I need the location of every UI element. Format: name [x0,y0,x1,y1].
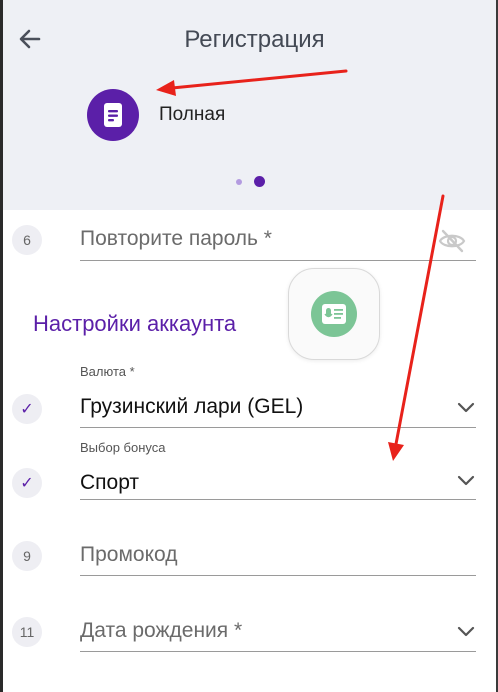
currency-label: Валюта * [80,364,135,379]
step-number: 9 [23,548,31,564]
voice-assistant-icon [322,304,346,324]
step-badge: 11 [12,617,42,647]
annotation-arrow-down [388,194,445,461]
voice-assistant-icon-bg [311,291,357,337]
page-title: Регистрация [184,26,325,53]
birthdate-input[interactable]: Дата рождения * [80,619,242,643]
chevron-down-icon[interactable] [456,626,476,638]
bonus-underline [80,499,476,500]
chevron-down-icon[interactable] [456,475,476,487]
promo-code-input[interactable]: Промокод [80,543,177,567]
step-number: 11 [19,624,35,640]
chevron-down-icon[interactable] [456,402,476,414]
promo-code-underline [80,575,476,576]
repeat-password-underline [80,260,476,261]
voice-assistant-button[interactable] [288,268,380,360]
bonus-label: Выбор бонуса [80,440,166,455]
check-icon: ✓ [20,401,34,418]
currency-underline [80,427,476,428]
birthdate-underline [80,651,476,652]
step-badge: 9 [12,541,42,571]
step-badge: 6 [12,225,42,255]
bonus-status: ✓ [12,468,42,498]
registration-type-label[interactable]: Полная [159,104,225,126]
currency-status: ✓ [12,394,42,424]
header: Регистрация Полная [3,0,496,210]
eye-off-icon[interactable] [438,229,466,253]
bonus-select[interactable]: Спорт [80,471,139,495]
repeat-password-input[interactable]: Повторите пароль * [80,227,272,251]
document-icon [104,103,122,127]
currency-select[interactable]: Грузинский лари (GEL) [80,395,303,419]
check-icon: ✓ [20,475,34,492]
step-number: 6 [23,232,31,248]
account-settings-title: Настройки аккаунта [33,311,237,336]
registration-type-icon[interactable] [87,89,139,141]
page-indicator-dot-active[interactable] [254,176,265,187]
page-indicator-dot[interactable] [236,179,242,185]
